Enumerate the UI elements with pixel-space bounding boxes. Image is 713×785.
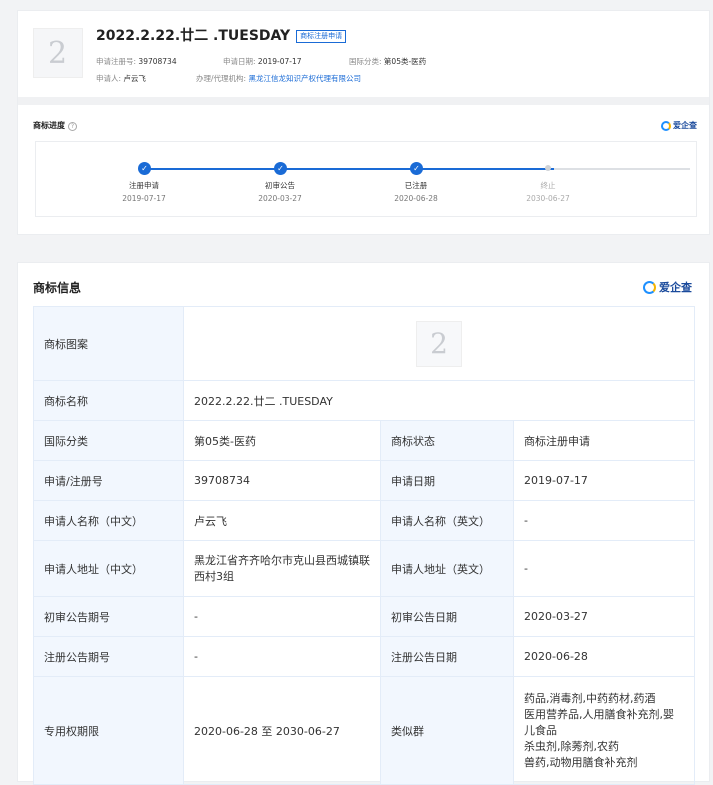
reg-no-meta: 申请注册号: 39708734 bbox=[96, 56, 177, 67]
progress-title-text: 商标进度 bbox=[33, 121, 65, 130]
trademark-info-table: 商标图案 2 商标名称 2022.2.22.廿二 .TUESDAY 国际分类 第… bbox=[33, 306, 696, 785]
step-check-icon: ✓ bbox=[410, 162, 423, 175]
progress-timeline: ✓ 注册申请 2019-07-17 ✓ 初审公告 2020-03-27 ✓ 已注… bbox=[35, 141, 697, 217]
table-key-cell: 申请人名称（英文） bbox=[380, 500, 514, 541]
table-key-cell: 初审公告期号 bbox=[33, 596, 184, 637]
trademark-logo[interactable]: 2 bbox=[33, 28, 83, 78]
table-row: 国际分类 第05类-医药 商标状态 商标注册申请 bbox=[33, 420, 696, 461]
apply-date-meta: 申请日期: 2019-07-17 bbox=[223, 56, 302, 67]
aiqicha-logo-text: 爱企查 bbox=[673, 121, 697, 130]
step-date: 2020-03-27 bbox=[258, 194, 302, 203]
aiqicha-icon bbox=[661, 120, 671, 131]
step-date: 2030-06-27 bbox=[526, 194, 570, 203]
class-meta: 国际分类: 第05类-医药 bbox=[349, 56, 426, 67]
table-key-cell: 申请日期 bbox=[380, 460, 514, 501]
aiqicha-icon bbox=[643, 280, 656, 294]
step-label: 终止 bbox=[540, 181, 556, 190]
table-row: 注册公告期号 - 注册公告日期 2020-06-28 bbox=[33, 636, 696, 677]
similar-group-line: 医用营养品,人用膳食补充剂,婴儿食品 bbox=[524, 707, 674, 737]
similar-group-line: 兽药,动物用膳食补充剂 bbox=[524, 755, 638, 769]
trademark-image[interactable]: 2 bbox=[416, 320, 462, 367]
agency-link[interactable]: 黑龙江信龙知识产权代理有限公司 bbox=[248, 74, 361, 83]
aiqicha-logo-small[interactable]: 爱企查 bbox=[661, 120, 697, 131]
table-row: 商标名称 2022.2.22.廿二 .TUESDAY bbox=[33, 380, 696, 421]
table-value-cell: 黑龙江省齐齐哈尔市克山县西城镇联西村3组 bbox=[183, 540, 381, 597]
applicant-label: 申请人: bbox=[96, 74, 122, 83]
table-key-cell: 专用权期限 bbox=[33, 676, 184, 785]
table-row: 专用权期限 2020-06-28 至 2030-06-27 类似群 药品,消毒剂… bbox=[33, 676, 696, 785]
status-badge: 商标注册申请 bbox=[296, 30, 347, 43]
table-key-cell: 注册公告日期 bbox=[380, 636, 514, 677]
aiqicha-logo[interactable]: 爱企查 bbox=[643, 279, 692, 295]
table-row: 申请/注册号 39708734 申请日期 2019-07-17 bbox=[33, 460, 696, 501]
step-label: 注册申请 bbox=[129, 181, 159, 190]
class-value: 第05类-医药 bbox=[383, 57, 427, 66]
table-value-cell: 39708734 bbox=[183, 460, 381, 501]
applicant-value: 卢云飞 bbox=[123, 74, 146, 83]
apply-date-value: 2019-07-17 bbox=[257, 57, 302, 66]
table-value-cell: 商标注册申请 bbox=[512, 420, 696, 461]
table-key-cell: 申请人名称（中文） bbox=[33, 500, 184, 541]
table-value-cell: - bbox=[512, 540, 696, 597]
table-row: 商标图案 2 bbox=[33, 306, 696, 381]
trademark-title-text: 2022.2.22.廿二 .TUESDAY bbox=[96, 28, 291, 44]
table-key-cell: 商标状态 bbox=[380, 420, 514, 461]
table-key-cell: 初审公告日期 bbox=[380, 596, 514, 637]
apply-date-label: 申请日期: bbox=[223, 57, 256, 66]
step-date: 2019-07-17 bbox=[122, 194, 166, 203]
timeline-pending-line bbox=[554, 168, 690, 170]
table-value-cell: 2022.2.22.廿二 .TUESDAY bbox=[182, 380, 696, 421]
applicant-meta: 申请人: 卢云飞 bbox=[96, 73, 146, 84]
table-key-cell: 申请人地址（中文） bbox=[33, 540, 184, 597]
table-key-cell: 商标名称 bbox=[33, 380, 184, 421]
trademark-info-card: 商标信息 爱企查 商标图案 2 商标名称 2022.2.22.廿二 .TUESD… bbox=[17, 262, 710, 785]
help-icon[interactable]: ? bbox=[68, 122, 77, 131]
reg-no-value: 39708734 bbox=[138, 57, 177, 66]
table-key-cell: 注册公告期号 bbox=[33, 636, 184, 677]
progress-title: 商标进度? bbox=[33, 120, 77, 131]
similar-group-line: 药品,消毒剂,中药药材,药酒 bbox=[524, 691, 656, 705]
table-row: 初审公告期号 - 初审公告日期 2020-03-27 bbox=[33, 596, 696, 637]
similar-groups-cell: 药品,消毒剂,中药药材,药酒 医用营养品,人用膳食补充剂,婴儿食品 杀虫剂,除莠… bbox=[512, 676, 696, 785]
trademark-summary-card: 2 2022.2.22.廿二 .TUESDAY 商标注册申请 申请注册号: 397… bbox=[17, 10, 710, 235]
table-key-cell: 申请人地址（英文） bbox=[380, 540, 514, 597]
similar-group-line: 杀虫剂,除莠剂,农药 bbox=[524, 739, 619, 753]
section-divider bbox=[18, 97, 709, 105]
table-value-cell: - bbox=[183, 636, 381, 677]
table-row: 申请人名称（中文） 卢云飞 申请人名称（英文） - bbox=[33, 500, 696, 541]
table-value-cell: 2020-03-27 bbox=[512, 596, 696, 637]
trademark-title: 2022.2.22.廿二 .TUESDAY 商标注册申请 bbox=[96, 25, 347, 45]
table-value-cell: 2020-06-28 bbox=[512, 636, 696, 677]
table-value-cell: 卢云飞 bbox=[183, 500, 381, 541]
agency-label: 办理/代理机构: bbox=[196, 74, 247, 83]
aiqicha-logo-text: 爱企查 bbox=[659, 281, 692, 294]
table-value-cell: 第05类-医药 bbox=[183, 420, 381, 461]
table-key-cell: 商标图案 bbox=[33, 306, 184, 381]
table-value-cell: 2 bbox=[182, 306, 696, 381]
step-label: 已注册 bbox=[404, 181, 428, 190]
info-section-title: 商标信息 bbox=[33, 281, 82, 295]
table-row: 申请人地址（中文） 黑龙江省齐齐哈尔市克山县西城镇联西村3组 申请人地址（英文）… bbox=[33, 540, 696, 597]
table-value-cell: 2019-07-17 bbox=[512, 460, 696, 501]
table-key-cell: 申请/注册号 bbox=[33, 460, 184, 501]
reg-no-label: 申请注册号: bbox=[96, 57, 137, 66]
agency-meta: 办理/代理机构: 黑龙江信龙知识产权代理有限公司 bbox=[196, 73, 361, 84]
step-pending-dot-icon bbox=[545, 165, 551, 171]
table-value-cell: 2020-06-28 至 2030-06-27 bbox=[183, 676, 381, 785]
step-check-icon: ✓ bbox=[138, 162, 151, 175]
trademark-logo-glyph: 2 bbox=[47, 35, 69, 71]
table-key-cell: 国际分类 bbox=[33, 420, 184, 461]
step-check-icon: ✓ bbox=[274, 162, 287, 175]
table-value-cell: - bbox=[183, 596, 381, 637]
timeline-done-line bbox=[144, 168, 554, 170]
class-label: 国际分类: bbox=[349, 57, 382, 66]
table-key-cell: 类似群 bbox=[380, 676, 514, 785]
step-label: 初审公告 bbox=[265, 181, 295, 190]
step-date: 2020-06-28 bbox=[394, 194, 438, 203]
table-value-cell: - bbox=[512, 500, 696, 541]
